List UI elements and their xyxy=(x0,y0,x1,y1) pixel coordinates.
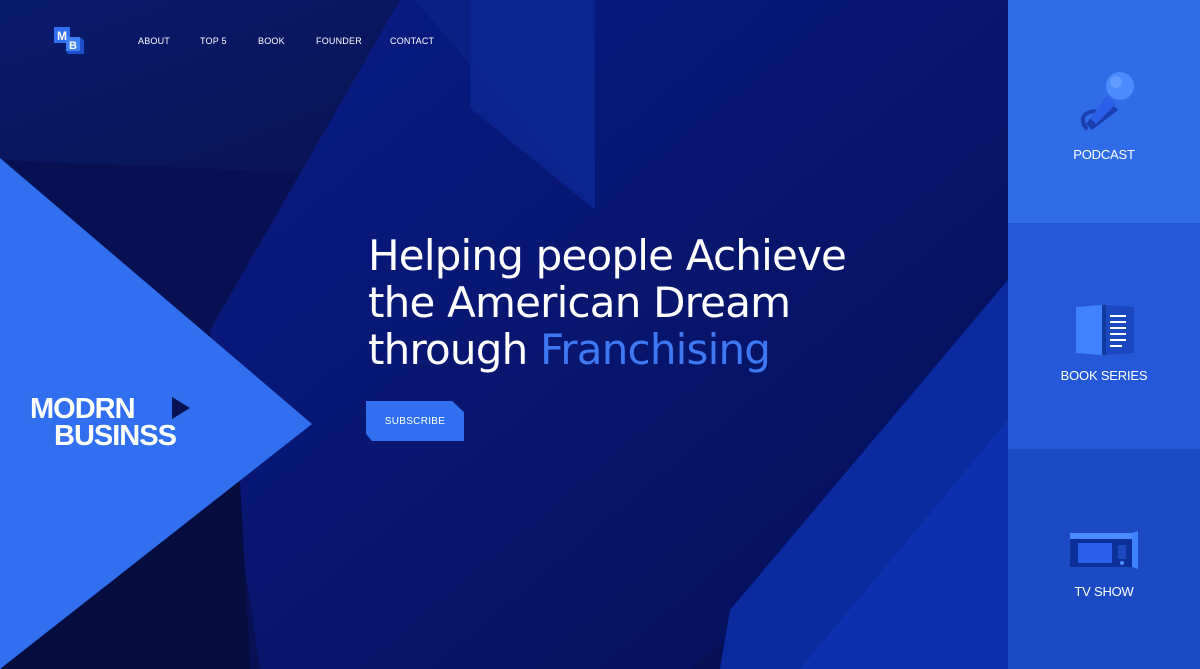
headline-line-1: Helping people Achieve xyxy=(368,231,847,280)
tv-icon xyxy=(1070,531,1138,569)
nav-item-contact[interactable]: CONTACT xyxy=(390,36,434,46)
play-triangle-icon xyxy=(172,397,190,419)
headline-accent-word: Franchising xyxy=(540,325,771,374)
subscribe-button[interactable]: SUBSCRIBE xyxy=(366,401,464,441)
headline-line-2: the American Dream xyxy=(368,278,791,327)
nav-item-book[interactable]: BOOK xyxy=(258,36,285,46)
sidebar-item-label: BOOK SERIES xyxy=(1060,368,1148,383)
microphone-icon xyxy=(1080,72,1134,130)
brand-wordmark: MODRN BUSINSS xyxy=(30,394,190,448)
sidebar-item-label: PODCAST xyxy=(1073,147,1135,162)
nav-item-top5[interactable]: TOP 5 xyxy=(200,36,227,46)
hero-stage: M B ABOUT TOP 5 BOOK FOUNDER CONTACT MOD… xyxy=(0,0,1200,669)
logo-letter-m: M xyxy=(57,29,67,43)
nav-item-about[interactable]: ABOUT xyxy=(138,36,170,46)
nav-item-founder[interactable]: FOUNDER xyxy=(316,36,362,46)
brand-line-2: BUSINSS xyxy=(54,420,177,448)
book-icon xyxy=(1076,305,1134,355)
hero-headline: Helping people Achieve the American Drea… xyxy=(368,232,888,373)
sidebar-item-book-series[interactable]: BOOK SERIES xyxy=(1008,223,1200,449)
mb-logo-icon[interactable]: M B xyxy=(52,25,86,55)
sidebar-item-tv-show[interactable]: TV SHOW xyxy=(1008,449,1200,669)
logo-letter-b: B xyxy=(69,40,77,52)
sidebar-item-podcast[interactable]: PODCAST xyxy=(1008,0,1200,223)
headline-line-3-prefix: through xyxy=(368,325,528,374)
sidebar-item-label: TV SHOW xyxy=(1074,584,1134,599)
